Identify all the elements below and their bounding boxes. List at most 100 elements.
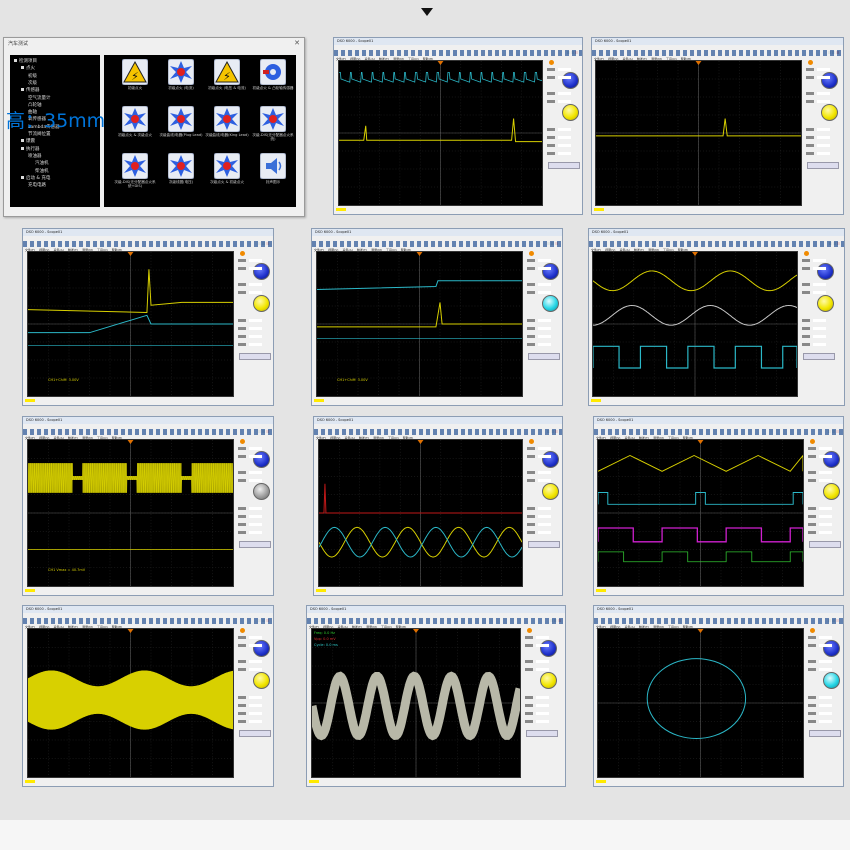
window-controls[interactable] (566, 39, 580, 54)
auto-set-button[interactable] (528, 353, 560, 360)
setting-dropdown[interactable] (525, 660, 549, 663)
setting-dropdown[interactable] (806, 100, 830, 103)
timebase-knob[interactable] (253, 451, 270, 468)
tree-item[interactable]: 柴油机 (35, 168, 49, 174)
window-titlebar[interactable]: DSO 6000 - Scope01 (592, 38, 843, 54)
scope-display[interactable] (597, 628, 804, 778)
setting-dropdown[interactable] (547, 92, 571, 95)
setting-dropdown[interactable] (547, 76, 571, 79)
setting-dropdown[interactable] (238, 267, 262, 270)
window-titlebar[interactable]: DSO 6000 - Scope01 (307, 606, 565, 622)
toolbar[interactable] (594, 429, 843, 435)
setting-dropdown[interactable] (547, 136, 571, 139)
spark-icon[interactable] (121, 152, 149, 180)
setting-dropdown[interactable] (238, 335, 262, 338)
spark-icon[interactable] (259, 105, 287, 133)
scope-display[interactable] (597, 439, 804, 587)
toolbar[interactable] (594, 618, 843, 624)
timebase-knob[interactable] (821, 72, 838, 89)
setting-dropdown[interactable] (527, 455, 551, 458)
setting-dropdown[interactable] (802, 267, 826, 270)
setting-dropdown[interactable] (806, 92, 830, 95)
setting-dropdown[interactable] (527, 259, 551, 262)
toolbar[interactable] (312, 241, 562, 247)
window-titlebar[interactable]: DSO 6000 - Scope01 (23, 229, 273, 245)
setting-dropdown[interactable] (806, 136, 830, 139)
setting-dropdown[interactable] (527, 291, 551, 294)
setting-dropdown[interactable] (238, 319, 262, 322)
setting-dropdown[interactable] (806, 68, 830, 71)
setting-dropdown[interactable] (238, 712, 262, 715)
tree-item[interactable]: 爆震 (21, 138, 35, 144)
setting-dropdown[interactable] (527, 515, 551, 518)
auto-set-button[interactable] (807, 162, 839, 169)
tree-item[interactable]: 执行器 (21, 146, 40, 152)
timebase-knob[interactable] (542, 451, 559, 468)
window-controls[interactable] (257, 230, 271, 245)
toolbar[interactable] (592, 50, 843, 56)
setting-dropdown[interactable] (527, 531, 551, 534)
setting-dropdown[interactable] (808, 720, 832, 723)
setting-dropdown[interactable] (808, 455, 832, 458)
setting-dropdown[interactable] (802, 291, 826, 294)
ignition-warning-icon[interactable]: ⚡ (121, 58, 149, 86)
voltage-knob[interactable] (542, 295, 559, 312)
setting-dropdown[interactable] (238, 523, 262, 526)
tree-item[interactable]: 启动 & 充电 (21, 175, 50, 181)
scope-display[interactable] (318, 439, 523, 587)
setting-dropdown[interactable] (525, 668, 549, 671)
tree-expander-icon[interactable] (21, 139, 24, 143)
timebase-knob[interactable] (823, 451, 840, 468)
setting-dropdown[interactable] (808, 696, 832, 699)
setting-dropdown[interactable] (238, 720, 262, 723)
setting-dropdown[interactable] (802, 327, 826, 330)
setting-dropdown[interactable] (808, 515, 832, 518)
setting-dropdown[interactable] (238, 531, 262, 534)
spark-icon[interactable] (167, 152, 195, 180)
setting-dropdown[interactable] (238, 636, 262, 639)
setting-dropdown[interactable] (527, 479, 551, 482)
window-titlebar[interactable]: DSO 6000 - Scope01 (594, 606, 843, 622)
scope-display[interactable]: Freq: 0.0 Hz Vpp: 0.0 mV Cycle: 0.0 ms (311, 628, 521, 778)
tree-expander-icon[interactable] (14, 59, 17, 62)
setting-dropdown[interactable] (808, 479, 832, 482)
setting-dropdown[interactable] (527, 523, 551, 526)
auto-set-button[interactable] (239, 730, 271, 737)
window-controls[interactable] (549, 607, 563, 622)
setting-dropdown[interactable] (238, 343, 262, 346)
setting-dropdown[interactable] (802, 343, 826, 346)
setting-dropdown[interactable] (238, 660, 262, 663)
setting-dropdown[interactable] (238, 696, 262, 699)
tree-item[interactable]: 传感器 (21, 87, 40, 93)
window-titlebar[interactable]: DSO 6000 - Scope01 (334, 38, 582, 54)
close-icon[interactable]: ✕ (294, 39, 300, 47)
setting-dropdown[interactable] (802, 283, 826, 286)
setting-dropdown[interactable] (238, 327, 262, 330)
auto-set-button[interactable] (239, 541, 271, 548)
auto-set-button[interactable] (803, 353, 835, 360)
voltage-knob[interactable] (253, 295, 270, 312)
setting-dropdown[interactable] (808, 447, 832, 450)
window-controls[interactable] (257, 607, 271, 622)
setting-dropdown[interactable] (806, 76, 830, 79)
auto-set-button[interactable] (548, 162, 580, 169)
setting-dropdown[interactable] (806, 128, 830, 131)
toolbar[interactable] (23, 618, 273, 624)
setting-dropdown[interactable] (808, 471, 832, 474)
toolbar[interactable] (589, 241, 844, 247)
voltage-knob[interactable] (540, 672, 557, 689)
timebase-knob[interactable] (542, 263, 559, 280)
spark-icon[interactable] (167, 58, 195, 86)
voltage-knob[interactable] (253, 483, 270, 500)
setting-dropdown[interactable] (238, 455, 262, 458)
timebase-knob[interactable] (253, 640, 270, 657)
setting-dropdown[interactable] (527, 507, 551, 510)
setting-dropdown[interactable] (808, 644, 832, 647)
setting-dropdown[interactable] (525, 704, 549, 707)
tree-item[interactable]: 空气流量计 (28, 95, 51, 101)
setting-dropdown[interactable] (525, 712, 549, 715)
setting-dropdown[interactable] (808, 660, 832, 663)
setting-dropdown[interactable] (238, 507, 262, 510)
toolbar[interactable] (334, 50, 582, 56)
tree-item[interactable]: 汽油机 (35, 160, 49, 166)
